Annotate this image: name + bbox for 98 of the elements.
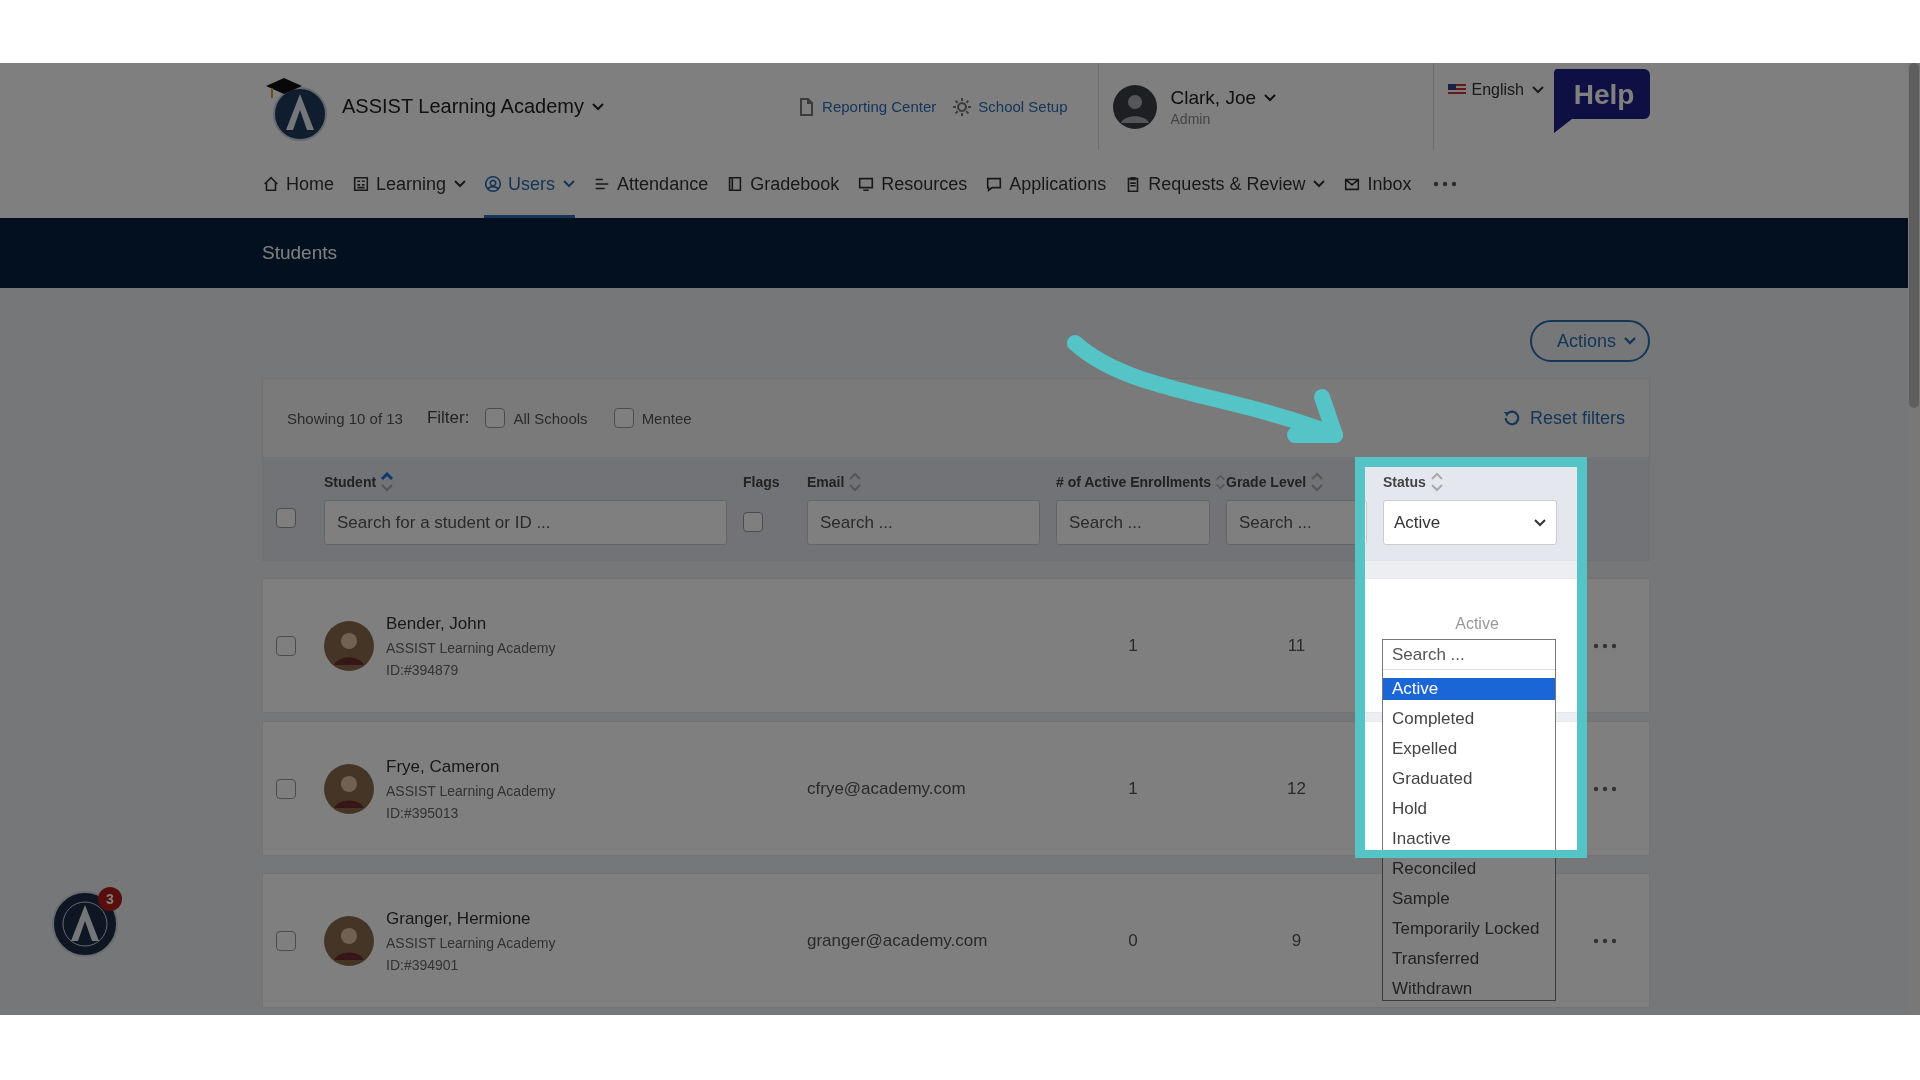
- menu-option[interactable]: Withdrawn: [1383, 978, 1555, 1000]
- nav-tab[interactable]: Applications: [985, 150, 1107, 218]
- result-count: Showing 10 of 13: [287, 409, 403, 427]
- column-header: Grade Level: [1226, 474, 1307, 490]
- nav-tab[interactable]: Inbox: [1343, 150, 1412, 218]
- student-name[interactable]: Bender, John: [386, 613, 556, 634]
- more-icon[interactable]: [1593, 642, 1617, 649]
- column-header: Student: [324, 474, 377, 490]
- reset-filters-link[interactable]: Reset filters: [1501, 407, 1625, 429]
- caret-icon: [1264, 93, 1277, 102]
- search-field[interactable]: Search ...: [807, 500, 1040, 545]
- scrollbar-thumb[interactable]: [1909, 63, 1919, 408]
- status-cell: Active: [1455, 615, 1499, 633]
- checkbox[interactable]: [485, 408, 506, 428]
- flags-checkbox[interactable]: [743, 512, 763, 532]
- nav-tab[interactable]: Resources: [857, 150, 968, 218]
- menu-option[interactable]: Temporarily Locked: [1383, 918, 1555, 940]
- select-all-checkbox[interactable]: [276, 508, 296, 528]
- actions-button[interactable]: Actions: [1530, 320, 1650, 362]
- grade-cell: 11: [1287, 635, 1306, 656]
- gear-icon: [952, 96, 973, 117]
- more-icon[interactable]: [1593, 785, 1617, 792]
- menu-option[interactable]: Hold: [1383, 798, 1555, 820]
- nav-tab[interactable]: Attendance: [593, 150, 709, 218]
- checkbox-label: Mentee: [641, 409, 692, 427]
- student-id: ID:#395013: [386, 804, 460, 821]
- nav-tab[interactable]: Gradebook: [726, 150, 840, 218]
- user-avatar: [1112, 84, 1157, 129]
- users-icon: [484, 175, 503, 193]
- filter-label: Filter:: [426, 408, 470, 428]
- checkbox[interactable]: [613, 408, 634, 428]
- column-header: Flags: [743, 474, 780, 490]
- caret-icon: [1534, 518, 1546, 527]
- header-link[interactable]: School Setup: [952, 96, 1068, 117]
- school-name: ASSIST Learning Academy: [386, 782, 556, 799]
- menu-option[interactable]: Transferred: [1383, 948, 1555, 970]
- school-menu[interactable]: ASSIST Learning Academy: [342, 95, 604, 118]
- user-role: Admin: [1170, 110, 1211, 127]
- sort-icon[interactable]: [380, 471, 395, 493]
- student-name[interactable]: Granger, Hermione: [386, 908, 556, 929]
- menu-option[interactable]: Active: [1383, 678, 1555, 700]
- caret-icon: [1532, 86, 1544, 94]
- student-id: ID:#394901: [386, 956, 460, 973]
- grade-cell: 9: [1291, 930, 1302, 951]
- learning-icon: [352, 175, 370, 193]
- column-header: # of Active Enrollments: [1056, 474, 1212, 490]
- more-icon[interactable]: [1433, 181, 1458, 187]
- student-id: ID:#394879: [386, 661, 460, 678]
- menu-option[interactable]: Sample: [1383, 888, 1555, 910]
- nav-tab[interactable]: Requests & Review: [1124, 150, 1326, 218]
- student-avatar: [324, 620, 374, 671]
- search-field[interactable]: Search ...: [1226, 500, 1367, 545]
- row-checkbox[interactable]: [276, 930, 296, 951]
- reset-icon: [1501, 409, 1520, 427]
- caret-icon: [563, 180, 576, 188]
- row-checkbox[interactable]: [276, 778, 296, 799]
- sort-icon[interactable]: [1429, 471, 1444, 493]
- more-icon[interactable]: [1593, 937, 1617, 944]
- column-header: Status: [1383, 474, 1426, 490]
- student-avatar: [324, 763, 374, 814]
- email-cell: cfrye@academy.com: [807, 778, 966, 799]
- flag-icon: [1447, 84, 1466, 96]
- app-logo[interactable]: [52, 891, 118, 957]
- menu-option[interactable]: Graduated: [1383, 768, 1555, 790]
- row-checkbox[interactable]: [276, 635, 296, 656]
- applications-icon: [985, 175, 1004, 193]
- grade-cell: 12: [1287, 778, 1306, 799]
- language-menu[interactable]: English: [1447, 81, 1544, 99]
- home-icon: [262, 175, 280, 193]
- header-link[interactable]: Reporting Center: [796, 96, 937, 117]
- nav-tab[interactable]: Learning: [352, 150, 467, 218]
- student-avatar: [324, 915, 374, 966]
- sort-icon[interactable]: [848, 471, 863, 493]
- caret-icon: [592, 102, 604, 111]
- menu-option[interactable]: Completed: [1383, 708, 1555, 730]
- page-title: Students: [262, 242, 337, 264]
- status-select[interactable]: Active: [1383, 500, 1557, 545]
- column-header: Email: [807, 474, 845, 490]
- nav-tab[interactable]: Home: [262, 150, 334, 218]
- menu-option[interactable]: Reconciled: [1383, 858, 1555, 880]
- caret-icon: [1624, 337, 1636, 345]
- school-name: ASSIST Learning Academy: [386, 934, 556, 951]
- email-cell: granger@academy.com: [807, 930, 988, 951]
- caret-icon: [454, 180, 467, 188]
- search-field[interactable]: Search for a student or ID ...: [324, 500, 727, 545]
- school-name: ASSIST Learning Academy: [386, 639, 556, 656]
- sort-icon[interactable]: [1310, 471, 1325, 493]
- menu-option[interactable]: Expelled: [1383, 738, 1555, 760]
- resources-icon: [857, 175, 876, 193]
- checkbox-label: All Schools: [513, 409, 588, 427]
- user-menu[interactable]: Clark, Joe: [1170, 86, 1277, 109]
- caret-icon: [1313, 180, 1326, 188]
- student-name[interactable]: Frye, Cameron: [386, 756, 556, 777]
- enrollments-cell: 0: [1128, 930, 1138, 951]
- enrollments-cell: 1: [1128, 778, 1138, 799]
- enrollments-cell: 1: [1128, 635, 1138, 656]
- notification-badge: 3: [98, 887, 122, 911]
- search-field[interactable]: Search ...: [1056, 500, 1210, 545]
